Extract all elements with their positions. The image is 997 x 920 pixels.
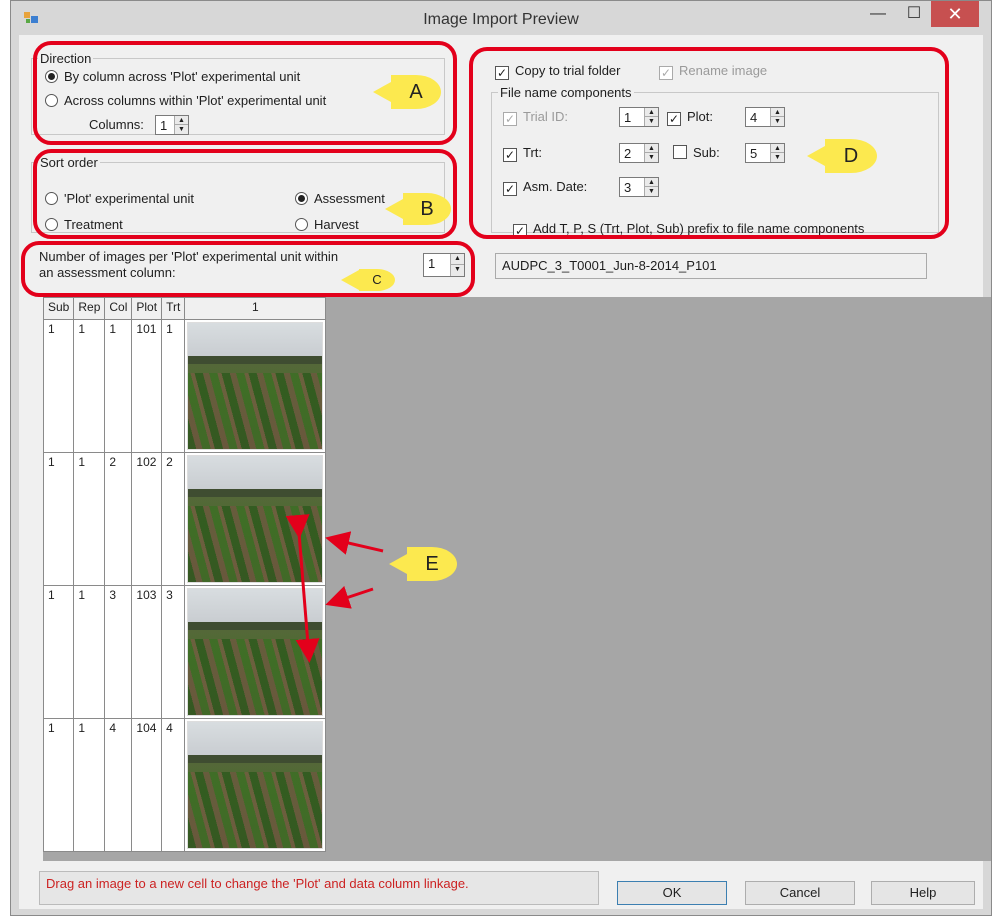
table-row[interactable]: 1 1 4 104 4 — [42, 718, 327, 852]
close-button[interactable]: ✕ — [931, 1, 979, 27]
help-button[interactable]: Help — [871, 881, 975, 905]
title-bar[interactable]: Image Import Preview — ☐ ✕ — [11, 1, 991, 35]
image-grid-area: Sub Rep Col Plot Trt 1 1 1 1 101 1 1 1 2… — [42, 297, 991, 861]
cancel-button[interactable]: Cancel — [745, 881, 855, 905]
maximize-button[interactable]: ☐ — [899, 1, 929, 27]
callout-badge-a: A — [373, 75, 441, 109]
callout-ring-b — [33, 149, 457, 239]
callout-ring-c — [21, 241, 475, 297]
ok-button[interactable]: OK — [617, 881, 727, 905]
cell-rep[interactable]: 1 — [73, 718, 106, 852]
callout-arrow — [285, 514, 320, 663]
window-title: Image Import Preview — [423, 11, 579, 28]
callout-ring-d — [469, 47, 949, 239]
minimize-button[interactable]: — — [863, 1, 893, 27]
callout-arrow — [325, 585, 374, 609]
dialog-client-area: Direction By column across 'Plot' experi… — [19, 35, 991, 909]
cell-sub[interactable]: 1 — [42, 718, 75, 852]
cell-plot[interactable]: 104 — [131, 718, 163, 852]
callout-arrow — [325, 531, 384, 555]
image-import-preview-window: Image Import Preview — ☐ ✕ Direction By … — [10, 0, 992, 916]
callout-badge-b: B — [385, 193, 451, 225]
filename-preview-field: AUDPC_3_T0001_Jun-8-2014_P101 — [495, 253, 927, 279]
cell-trt[interactable]: 4 — [161, 718, 186, 852]
field-photo-thumbnail[interactable] — [187, 721, 324, 849]
callout-badge-d: D — [807, 139, 877, 173]
callout-badge-e: E — [389, 547, 457, 581]
cell-image[interactable] — [184, 718, 327, 852]
cell-col[interactable]: 4 — [104, 718, 133, 852]
callout-e-arrows — [285, 514, 384, 663]
callout-badge-c: C — [341, 269, 395, 291]
status-message: Drag an image to a new cell to change th… — [39, 871, 599, 905]
